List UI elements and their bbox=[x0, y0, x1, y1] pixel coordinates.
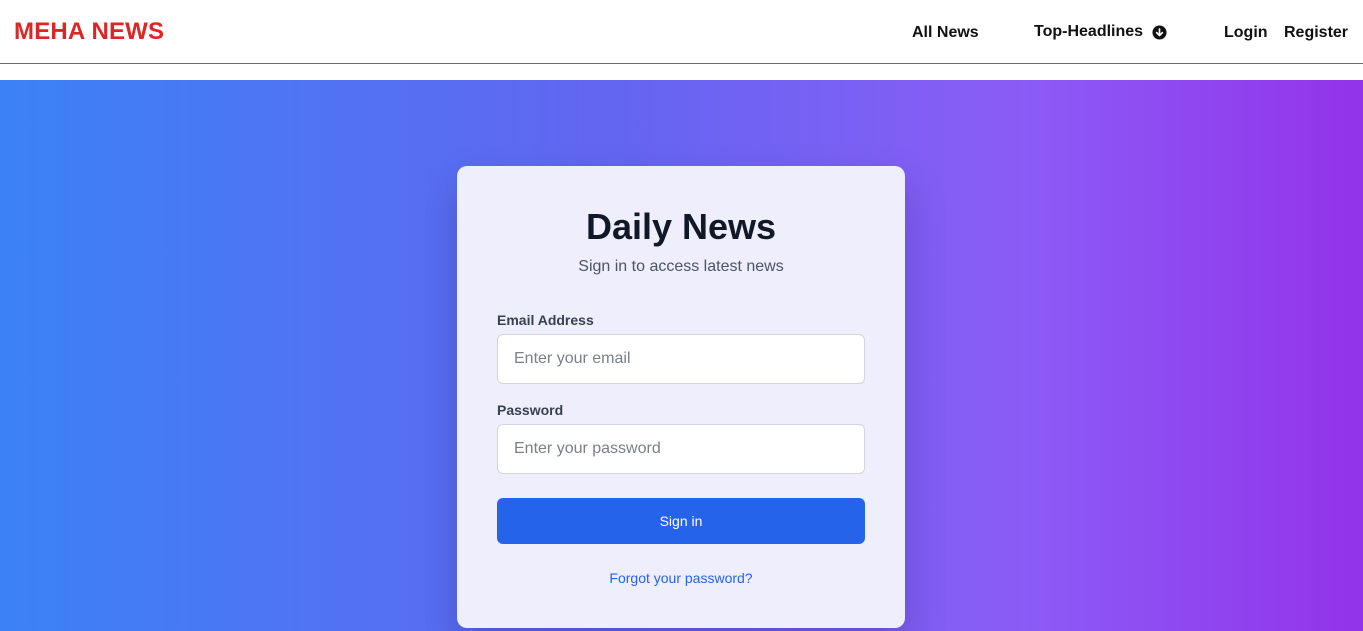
nav-top-headlines[interactable]: Top-Headlines bbox=[1034, 23, 1167, 41]
forgot-password-row: Forgot your password? bbox=[457, 570, 905, 586]
password-label: Password bbox=[497, 402, 564, 418]
nav-all-news[interactable]: All News bbox=[912, 24, 979, 42]
password-field[interactable] bbox=[497, 424, 865, 474]
nav-login[interactable]: Login bbox=[1224, 24, 1268, 42]
nav-top-headlines-label: Top-Headlines bbox=[1034, 23, 1144, 40]
nav-register[interactable]: Register bbox=[1284, 24, 1348, 42]
forgot-password-link[interactable]: Forgot your password? bbox=[609, 570, 752, 586]
site-logo[interactable]: MEHA NEWS bbox=[14, 18, 164, 46]
email-field[interactable] bbox=[497, 334, 865, 384]
card-subtitle: Sign in to access latest news bbox=[578, 258, 784, 275]
email-label: Email Address bbox=[497, 312, 594, 328]
navbar: MEHA NEWS All News Top-Headlines Login R… bbox=[0, 0, 1363, 64]
arrow-down-circle-icon bbox=[1152, 24, 1167, 40]
sign-in-button[interactable]: Sign in bbox=[497, 498, 865, 544]
login-card: Daily News Sign in to access latest news… bbox=[457, 166, 905, 628]
card-title: Daily News bbox=[585, 206, 777, 247]
